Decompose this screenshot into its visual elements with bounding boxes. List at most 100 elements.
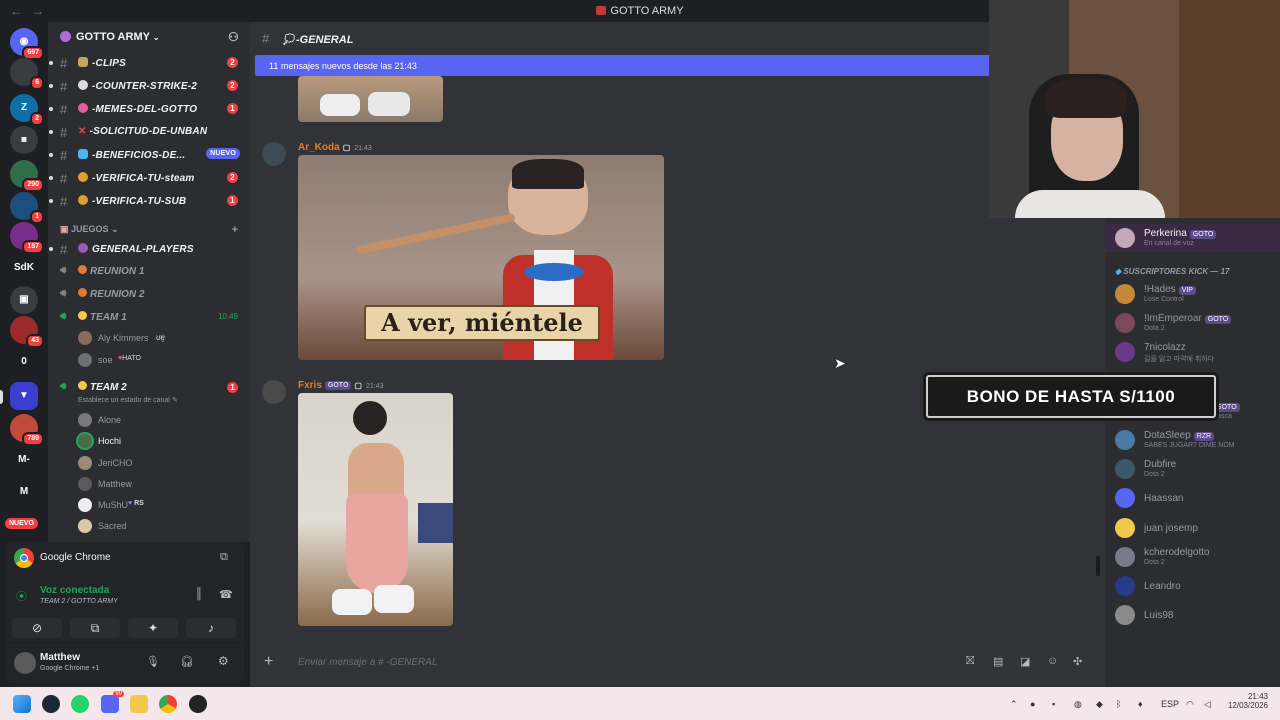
whatsapp-icon[interactable] [71,695,89,713]
couple-photo-image[interactable] [298,393,453,626]
obs-icon[interactable] [189,695,207,713]
server-icon-10[interactable]: ▼ [10,382,38,410]
server-icon-2[interactable]: 6 [10,58,44,90]
windows-start-icon[interactable] [13,695,31,713]
server-icon-m[interactable]: M [10,478,38,506]
member-item[interactable]: juan josemp [1105,514,1280,542]
voice-user[interactable]: Alone [78,410,248,430]
discord-icon[interactable]: 99 [101,691,124,713]
camera-off-button[interactable]: ⊘ [12,618,62,638]
avatar [1115,488,1135,509]
server-icon-7[interactable]: 187 [10,222,44,254]
member-item[interactable]: kcherodelgotto Dota 2 [1105,543,1280,571]
channel-clips[interactable]: # -CLIPS 2 [48,53,250,73]
voice-user[interactable]: JeriCHO [78,453,248,473]
soundboard-button[interactable]: ♪ [186,618,236,638]
pinocchio-meme-image[interactable]: A ver, miéntele [298,155,664,360]
member-item[interactable]: Dubfire Dota 2 [1105,455,1280,483]
category-juegos[interactable]: ▣ JUEGOS ⌄ + [60,224,250,236]
previous-image[interactable] [298,76,443,122]
message-author[interactable]: Fxris GOTO ▢ 21:43 [298,380,383,391]
channel-verifica-sub[interactable]: # -VERIFICA-TU-SUB 1 [48,191,250,211]
member-item[interactable]: DotaSleep RZR SABES JUGAR? DIME NOM [1105,426,1280,454]
voice-channel-team-2[interactable]: 🔊︎ TEAM 21 [48,377,250,397]
member-item[interactable]: Perkerina GOTO En canal de voz [1105,224,1280,252]
tray-app-icon[interactable]: ● [1030,699,1035,709]
add-channel-icon[interactable]: + [232,224,238,236]
new-servers-badge[interactable]: NUEVO [5,518,38,529]
server-icon-m-dash[interactable]: M- [10,446,38,474]
voice-channel-team-1[interactable]: 🔊︎ TEAM 1 10:49 [48,307,250,327]
server-icon-3[interactable]: Z2 [10,94,44,126]
server-icon-5[interactable]: 290 [10,160,44,192]
channel-beneficios[interactable]: # -BENEFICIOS-DE... NUEVO [48,145,250,165]
channel-status[interactable]: Establece un estado de canal ✎ [78,396,178,404]
server-icon-9[interactable]: 43 [10,316,44,348]
voice-user[interactable]: Matthew [78,474,248,494]
avatar[interactable] [14,652,36,674]
language-indicator[interactable]: ESP [1161,699,1179,709]
server-icon-1[interactable]: ◉ 697 [10,28,44,60]
wifi-icon[interactable]: ◠ [1186,699,1194,710]
server-icon-4[interactable]: ▦ [10,126,38,154]
gift-icon[interactable]: ⛝ [966,655,974,668]
noise-suppression-icon[interactable]: ║ [195,588,203,600]
steam-icon[interactable] [42,695,60,713]
voice-channel-reunion-2[interactable]: 🔊︎ REUNION 2 [48,284,250,304]
volume-icon[interactable]: ◁ [1204,699,1211,710]
chrome-icon[interactable] [159,695,177,713]
voice-user[interactable]: Aly Kimmers ʊɐ̮ [78,328,248,348]
channel-general-players[interactable]: # GENERAL-PLAYERS [48,239,250,259]
chat-scrollbar[interactable] [1096,556,1100,576]
member-item[interactable]: !Hades VIP Lose Control [1105,280,1280,308]
voice-user[interactable]: MuShU ♥ RS [78,495,248,515]
avatar[interactable] [262,142,286,166]
server-icon-sdk[interactable]: SdK [10,254,38,282]
voice-user[interactable]: Sacred [78,516,248,536]
avatar [1115,228,1135,248]
sticker-icon[interactable]: ◪ [1020,655,1030,668]
server-icon-8[interactable]: ▣ [10,286,38,314]
channel-solicitud[interactable]: # ✕ -SOLICITUD-DE-UNBAN [48,122,250,142]
add-member-icon[interactable]: ⚇ [228,30,239,44]
channel-counter-strike[interactable]: # -COUNTER-STRIKE-2 2 [48,76,250,96]
tray-steam-icon[interactable]: ◍ [1074,699,1082,710]
voice-user[interactable]: soe ♥HATO [78,350,248,370]
tray-app-icon[interactable]: ◆ [1096,699,1103,710]
server-icon-0[interactable]: 0 [10,348,38,376]
voice-user[interactable]: Hochi [78,431,248,451]
add-attachment-icon[interactable]: + [264,653,273,671]
microphone-icon[interactable]: 🎙︎ [146,655,160,668]
member-item[interactable]: !ImEmperoar GOTO Dota 2 [1105,309,1280,337]
gif-icon[interactable]: ▤ [993,655,1003,668]
message-author[interactable]: Ar_Koda ▢ 21:43 [298,142,372,153]
voice-channel-reunion-1[interactable]: 🔊︎ REUNION 1 [48,261,250,281]
tray-mic-icon[interactable]: ♦ [1138,699,1143,709]
screen-share-icon[interactable]: ⧉ [220,551,228,564]
share-screen-button[interactable]: ⧉ [70,618,120,638]
avatar[interactable] [262,380,286,404]
channel-verifica-steam[interactable]: # -VERIFICA-TU-steam 2 [48,168,250,188]
activities-button[interactable]: ✦ [128,618,178,638]
new-messages-bar[interactable]: 11 mensajes nuevos desde las 21:43 [255,55,990,76]
member-item[interactable]: 7nicolazz 길을 잃고 마약에 취하다 [1105,338,1280,366]
emoji-icon[interactable]: ☺ [1047,655,1058,667]
tray-chevron-icon[interactable]: ⌃ [1010,699,1018,710]
unread-dot [49,247,53,251]
member-item[interactable]: Haassan [1105,484,1280,512]
disconnect-icon[interactable]: ☎ [219,588,233,601]
member-item[interactable]: Luis98 [1105,601,1280,629]
clock[interactable]: 21:43 12/03/2026 [1224,692,1268,710]
tray-app-icon[interactable]: ▪ [1052,699,1055,709]
message-composer[interactable]: + Enviar mensaje a # -GENERAL ⛝ ▤ ◪ ☺ ✣ [260,650,1100,676]
tray-bluetooth-icon[interactable]: ᛒ [1116,699,1121,709]
guild-header[interactable]: GOTTO ARMY ⌄ ⚇ [48,22,250,54]
apps-icon[interactable]: ✣ [1073,655,1082,668]
headphones-icon[interactable]: 🎧︎ [180,655,194,668]
member-item[interactable]: Leandro [1105,572,1280,600]
channel-memes[interactable]: # -MEMES-DEL-GOTTO 1 [48,99,250,119]
gear-icon[interactable]: ⚙ [218,654,229,668]
server-icon-11[interactable]: 789 [10,414,44,446]
file-explorer-icon[interactable] [130,695,148,713]
server-icon-6[interactable]: 1 [10,192,44,224]
